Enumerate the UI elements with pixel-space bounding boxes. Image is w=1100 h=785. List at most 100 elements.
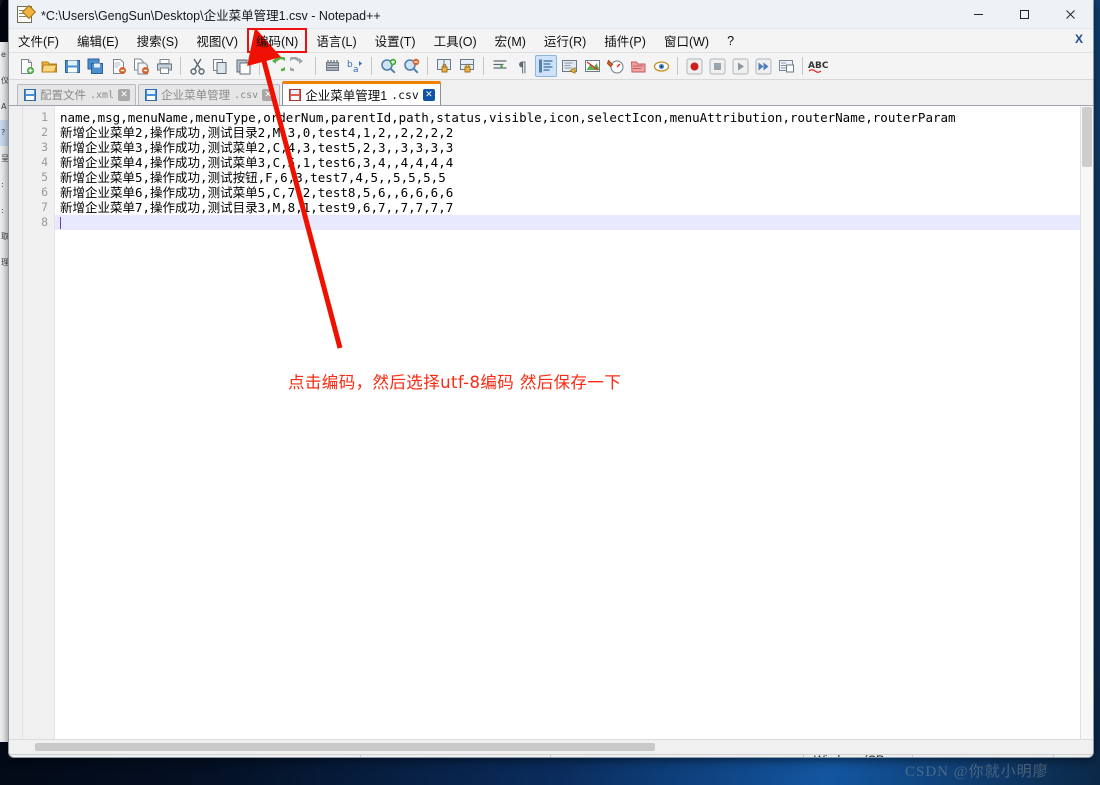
zoom-out-icon[interactable] — [400, 55, 422, 77]
line-number-gutter: 1 2 3 4 5 6 7 8 — [23, 106, 55, 739]
copy-icon[interactable] — [209, 55, 231, 77]
blue-save-icon — [145, 89, 158, 101]
line-number: 6 — [41, 185, 48, 199]
code-line[interactable]: 新增企业菜单6,操作成功,测试菜单5,C,7,2,test8,5,6,,6,6,… — [55, 185, 1093, 200]
menu-item-edit[interactable]: 编辑(E) — [69, 29, 127, 52]
tab-close-icon[interactable]: ✕ — [118, 89, 131, 101]
undo-icon[interactable] — [265, 55, 287, 77]
close-all-icon[interactable] — [130, 55, 152, 77]
menu-item-help[interactable]: ? — [719, 32, 742, 50]
fast-playback-icon[interactable] — [752, 55, 774, 77]
menu-item-run[interactable]: 运行(R) — [536, 29, 594, 52]
toolbar: ba ¶ ABC — [9, 53, 1093, 80]
menu-item-window[interactable]: 窗口(W) — [656, 29, 717, 52]
sync-vertical-icon[interactable] — [433, 55, 455, 77]
indent-guide-icon[interactable] — [535, 55, 557, 77]
save-all-icon[interactable] — [84, 55, 106, 77]
open-file-icon[interactable] — [38, 55, 60, 77]
replace-icon[interactable]: ba — [344, 55, 366, 77]
code-line[interactable]: 新增企业菜单7,操作成功,测试目录3,M,8,1,test9,6,7,,7,7,… — [55, 200, 1093, 215]
new-file-icon[interactable] — [15, 55, 37, 77]
status-file-type: Normal text file — [9, 755, 361, 757]
scrollbar-thumb[interactable] — [35, 743, 655, 751]
status-insert-mode: INS — [1054, 755, 1093, 757]
print-icon[interactable] — [153, 55, 175, 77]
toolbar-separator — [259, 57, 260, 75]
bookmark-margin[interactable] — [9, 106, 23, 739]
blue-save-icon — [24, 89, 36, 101]
menu-item-macro[interactable]: 宏(M) — [487, 29, 534, 52]
function-list-icon[interactable] — [627, 55, 649, 77]
line-number: 7 — [41, 200, 48, 214]
red-unsaved-icon — [289, 88, 302, 101]
tab-enterprise-menu-csv[interactable]: 企业菜单管理 .csv ✕ — [138, 84, 281, 105]
code-line[interactable]: 新增企业菜单5,操作成功,测试按钮,F,6,3,test7,4,5,,5,5,5… — [55, 170, 1093, 185]
line-number: 2 — [41, 125, 48, 139]
menu-item-search[interactable]: 搜索(S) — [129, 29, 187, 52]
tab-extension: .csv — [234, 89, 259, 101]
menu-item-plugins[interactable]: 插件(P) — [596, 29, 654, 52]
record-macro-icon[interactable] — [683, 55, 705, 77]
code-line[interactable]: 新增企业菜单4,操作成功,测试菜单3,C,5,1,test6,3,4,,4,4,… — [55, 155, 1093, 170]
show-symbol-icon[interactable] — [558, 55, 580, 77]
code-line[interactable]: 新增企业菜单2,操作成功,测试目录2,M,3,0,test4,1,2,,2,2,… — [55, 125, 1093, 140]
svg-text:¶: ¶ — [518, 60, 527, 75]
menu-item-language[interactable]: 语言(L) — [308, 29, 364, 52]
word-wrap-icon[interactable] — [489, 55, 511, 77]
menu-item-encoding[interactable]: 编码(N) — [246, 28, 308, 53]
save-icon[interactable] — [61, 55, 83, 77]
menu-item-file[interactable]: 文件(F) — [10, 29, 67, 52]
toolbar-separator — [371, 57, 372, 75]
window-title: *C:\Users\GengSun\Desktop\企业菜单管理1.csv - … — [41, 8, 381, 23]
menu-item-tools[interactable]: 工具(O) — [426, 29, 485, 52]
status-ln: Ln : 8 — [551, 755, 608, 757]
close-button[interactable] — [1047, 0, 1093, 28]
redo-icon[interactable] — [288, 55, 310, 77]
minimize-button[interactable] — [955, 0, 1001, 28]
status-lines: lines : 8 — [452, 755, 551, 757]
maximize-button[interactable] — [1001, 0, 1047, 28]
code-line[interactable]: name,msg,menuName,menuType,orderNum,pare… — [55, 110, 1093, 125]
close-document-icon[interactable]: X — [1075, 32, 1083, 46]
cut-icon[interactable] — [186, 55, 208, 77]
user-defined-dialog-icon[interactable] — [581, 55, 603, 77]
toolbar-separator — [180, 57, 181, 75]
show-all-chars-icon[interactable]: ¶ — [512, 55, 534, 77]
paste-icon[interactable] — [232, 55, 254, 77]
code-line[interactable]: 新增企业菜单3,操作成功,测试菜单2,C,4,3,test5,2,3,,3,3,… — [55, 140, 1093, 155]
status-sel: Sel : 0 | 0 — [665, 755, 804, 757]
stop-record-icon[interactable] — [706, 55, 728, 77]
zoom-in-icon[interactable] — [377, 55, 399, 77]
close-file-icon[interactable] — [107, 55, 129, 77]
status-col: Col : 1 — [608, 755, 666, 757]
line-number: 1 — [41, 110, 48, 124]
line-number: 8 — [41, 215, 48, 229]
scrollbar-thumb[interactable] — [1082, 107, 1092, 167]
sync-horizontal-icon[interactable] — [456, 55, 478, 77]
spellcheck-icon[interactable]: ABC — [808, 55, 830, 77]
playback-icon[interactable] — [729, 55, 751, 77]
tab-close-icon[interactable]: ✕ — [262, 89, 275, 101]
tab-config-xml[interactable]: 配置文件 .xml ✕ — [17, 84, 137, 105]
notepad-plus-plus-icon — [17, 4, 37, 23]
tab-close-icon[interactable]: ✕ — [422, 88, 435, 101]
tab-label: 企业菜单管理1 — [305, 89, 388, 103]
editor-area[interactable]: 1 2 3 4 5 6 7 8 name,msg,menuName,menuTy… — [9, 106, 1093, 739]
status-encoding: GB2312 (Simplified) — [913, 755, 1054, 757]
menu-item-settings[interactable]: 设置(T) — [367, 29, 424, 52]
folder-as-workspace-icon[interactable] — [650, 55, 672, 77]
vertical-scrollbar[interactable] — [1080, 106, 1093, 739]
window-controls — [955, 0, 1093, 28]
save-macro-icon[interactable] — [775, 55, 797, 77]
horizontal-scrollbar[interactable] — [9, 739, 1093, 754]
toolbar-separator — [483, 57, 484, 75]
find-icon[interactable] — [321, 55, 343, 77]
tab-enterprise-menu1-csv[interactable]: 企业菜单管理1 .csv ✕ — [282, 81, 441, 105]
document-map-icon[interactable] — [604, 55, 626, 77]
status-eol: Windows (CR LF) — [804, 755, 914, 757]
code-line-current[interactable] — [55, 215, 1093, 230]
code-text[interactable]: name,msg,menuName,menuType,orderNum,pare… — [55, 106, 1093, 739]
menu-item-view[interactable]: 视图(V) — [188, 29, 246, 52]
csdn-watermark: CSDN @你就小明廖 — [905, 764, 1049, 780]
annotation-callout-text: 点击编码，然后选择utf-8编码 然后保存一下 — [288, 373, 622, 392]
